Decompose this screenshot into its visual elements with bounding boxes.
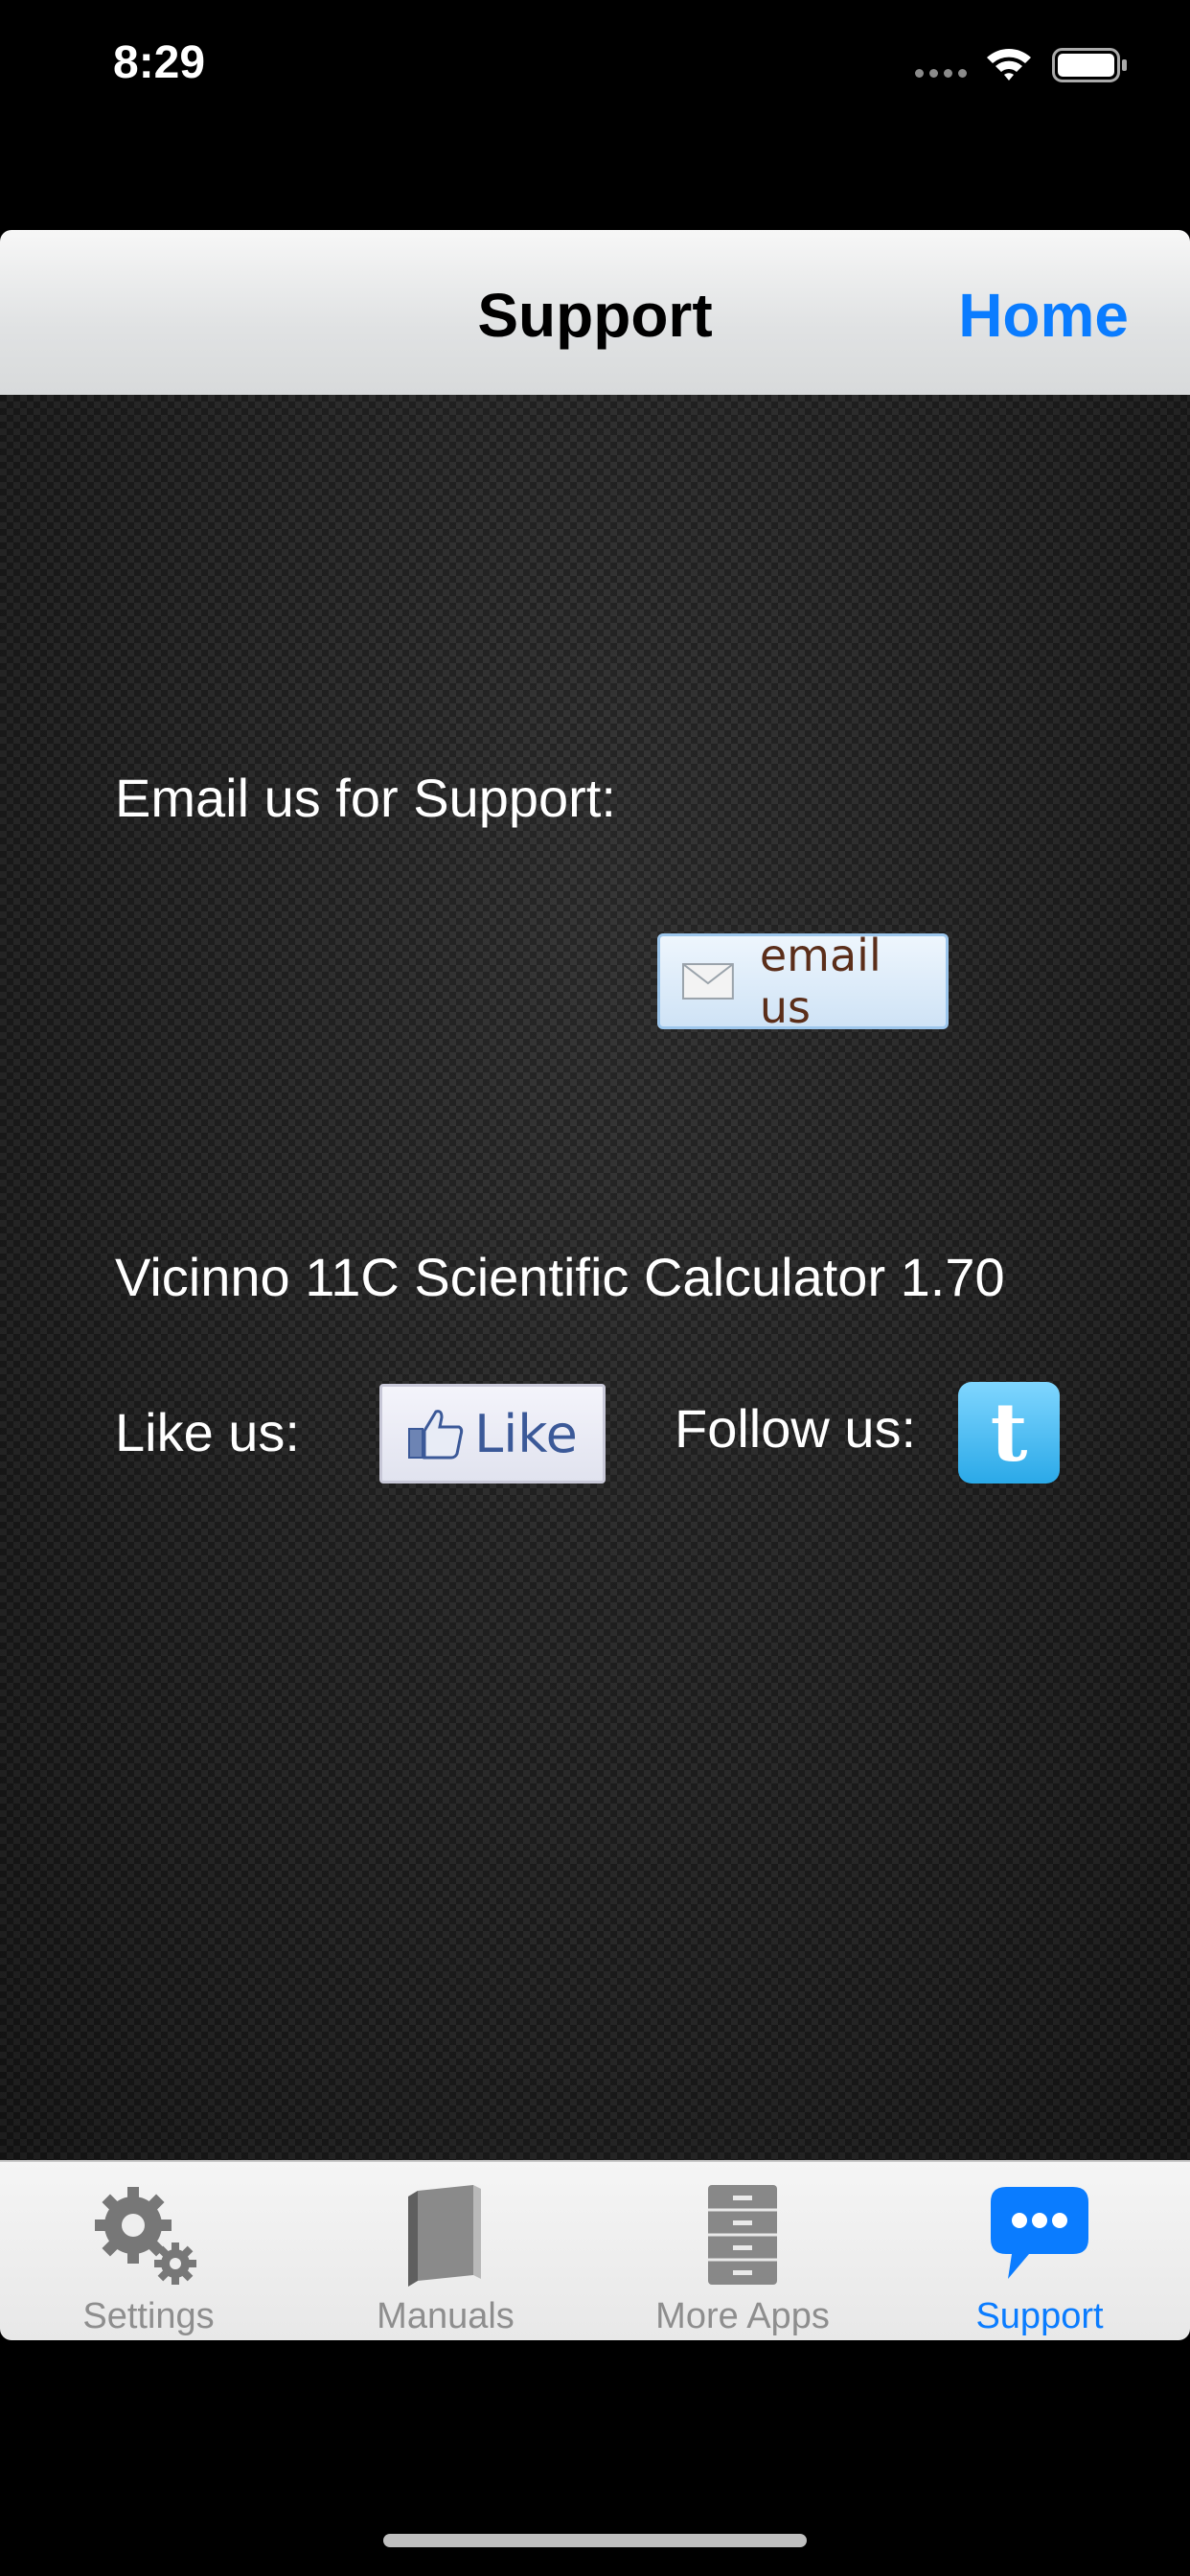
- like-button-label: Like: [474, 1403, 578, 1464]
- cellular-signal-icon: [915, 69, 967, 78]
- follow-us-label: Follow us:: [675, 1398, 917, 1459]
- tab-more-apps-label: More Apps: [655, 2296, 830, 2336]
- email-support-label: Email us for Support:: [115, 768, 616, 828]
- status-bar: 8:29: [0, 0, 1190, 134]
- chat-bubble-icon: [991, 2187, 1088, 2279]
- tab-settings-label: Settings: [82, 2296, 215, 2336]
- app-window: Support Home Email us for Support: email…: [0, 230, 1190, 2340]
- facebook-like-button[interactable]: Like: [379, 1384, 606, 1484]
- envelope-icon: [681, 963, 734, 1000]
- battery-icon: [1052, 48, 1127, 82]
- twitter-follow-button[interactable]: t: [958, 1382, 1060, 1484]
- email-us-label: email us: [759, 930, 881, 1033]
- home-indicator[interactable]: [383, 2534, 807, 2547]
- twitter-icon: t: [990, 1385, 1028, 1480]
- navigation-bar: Support Home: [0, 230, 1190, 397]
- book-icon: [408, 2185, 481, 2287]
- email-us-button[interactable]: email us: [657, 930, 949, 1033]
- gear-icon: [95, 2187, 196, 2285]
- tab-more-apps[interactable]: More Apps: [594, 2162, 891, 2340]
- support-content: Email us for Support: email us Vicinno 1…: [0, 395, 1190, 2160]
- thumbs-up-icon: [408, 1410, 464, 1460]
- wifi-icon: [987, 49, 1031, 80]
- tab-bar: Settings Manuals More Apps Support: [0, 2160, 1190, 2340]
- cabinet-icon: [708, 2185, 777, 2285]
- like-us-label: Like us:: [115, 1402, 300, 1462]
- tab-settings[interactable]: Settings: [0, 2162, 297, 2340]
- app-version-text: Vicinno 11C Scientific Calculator 1.70: [115, 1247, 1005, 1307]
- tab-support-label: Support: [975, 2296, 1104, 2336]
- home-button[interactable]: Home: [958, 280, 1129, 351]
- tab-manuals[interactable]: Manuals: [297, 2162, 594, 2340]
- status-time: 8:29: [113, 37, 206, 88]
- tab-support[interactable]: Support: [891, 2162, 1188, 2340]
- tab-manuals-label: Manuals: [377, 2296, 515, 2336]
